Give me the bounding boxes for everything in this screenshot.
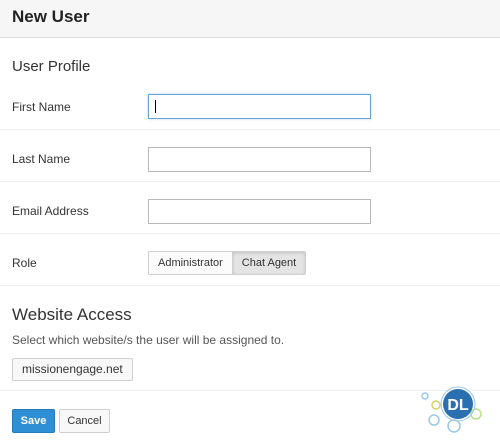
watermark-text: DL [447, 397, 469, 414]
text-caret [155, 100, 156, 113]
role-administrator-button[interactable]: Administrator [149, 252, 232, 274]
last-name-label: Last Name [12, 152, 71, 166]
dl-watermark-logo: DL [421, 386, 482, 433]
email-label: Email Address [12, 204, 89, 218]
role-label: Role [12, 256, 37, 270]
cancel-button[interactable]: Cancel [59, 409, 110, 433]
role-chat-agent-button[interactable]: Chat Agent [231, 252, 306, 274]
email-input[interactable] [148, 199, 371, 224]
last-name-input[interactable] [148, 147, 371, 172]
dialog-header: New User [0, 0, 500, 38]
save-button[interactable]: Save [12, 409, 55, 433]
user-profile-heading: User Profile [12, 58, 91, 75]
first-name-label: First Name [12, 100, 71, 114]
dialog-title: New User [12, 7, 90, 26]
website-access-heading: Website Access [12, 305, 132, 324]
website-access-description: Select which website/s the user will be … [12, 333, 285, 347]
website-missionengage-button[interactable]: missionengage.net [12, 358, 133, 381]
role-selector: Administrator Chat Agent [148, 251, 307, 275]
first-name-input[interactable] [148, 94, 371, 119]
